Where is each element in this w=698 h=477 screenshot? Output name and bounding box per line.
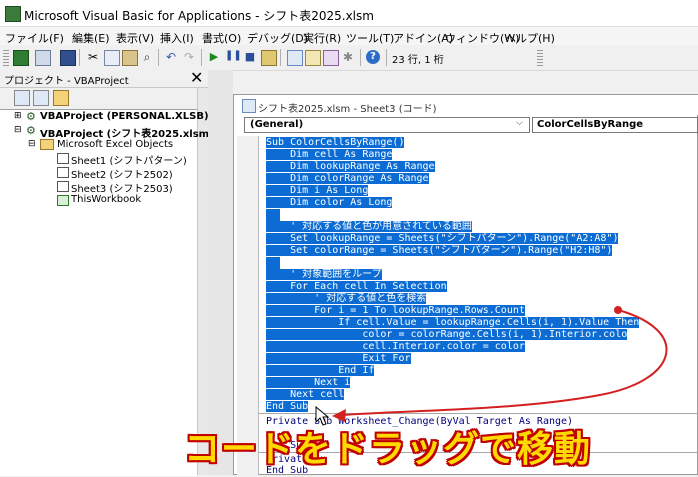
menu-edit[interactable]: 編集(E) — [72, 30, 110, 46]
vbaproject-icon: ⚙ — [26, 110, 36, 123]
workbook-icon — [57, 195, 69, 206]
collapse-icon[interactable]: ⊟ — [28, 139, 36, 149]
code-line-text: Set lookupRange = Sheets("シフトパターン").Rang… — [266, 233, 619, 244]
sheet-icon — [57, 181, 69, 192]
drag-origin-dot — [614, 306, 622, 314]
cursor-position: 23 行, 1 桁 — [392, 55, 444, 66]
tree-item-sheet2[interactable]: Sheet2 (シフト2502) — [71, 166, 173, 181]
paste-icon[interactable] — [122, 50, 138, 66]
folder-icon — [40, 139, 54, 150]
menu-view[interactable]: 表示(V) — [116, 30, 154, 46]
overlay-caption: コードをドラッグで移動 — [184, 429, 592, 470]
cut-icon[interactable]: ✂ — [86, 50, 100, 64]
tree-item-personal[interactable]: VBAProject (PERSONAL.XLSB) — [40, 111, 209, 122]
menu-tools[interactable]: ツール(T) — [346, 30, 394, 46]
expand-icon[interactable]: ⊞ — [14, 111, 22, 121]
toolbar-separator — [386, 49, 387, 66]
code-line-text: Dim cell As Range — [266, 149, 393, 160]
tree-item-sheet3[interactable]: Sheet3 (シフト2503) — [71, 180, 173, 195]
code-line-text: For Each cell In Selection — [266, 281, 447, 292]
run-icon[interactable]: ▶ — [207, 50, 221, 64]
object-combo-value: (General) — [250, 119, 304, 130]
toolbar-grip[interactable] — [537, 50, 543, 66]
excel-view-icon[interactable] — [13, 50, 29, 66]
toggle-folders-icon[interactable] — [53, 90, 69, 106]
toolbar-separator — [360, 49, 361, 66]
tree-item-excel-objects[interactable]: Microsoft Excel Objects — [57, 139, 173, 150]
menu-debug[interactable]: デバッグ(D) — [247, 30, 308, 46]
sheet-icon — [57, 153, 69, 164]
close-icon[interactable]: ✕ — [190, 68, 203, 87]
tree-item-sheet1[interactable]: Sheet1 (シフトパターン) — [71, 152, 187, 167]
code-line-text: Set colorRange = Sheets("シフトパターン").Range… — [266, 245, 613, 256]
tree-item-thisworkbook[interactable]: ThisWorkbook — [71, 194, 141, 205]
project-explorer-icon[interactable] — [287, 50, 303, 66]
reset-icon[interactable]: ■ — [243, 50, 257, 64]
code-line[interactable]: ' 対象範囲をループ — [266, 269, 382, 281]
copy-icon[interactable] — [104, 50, 120, 66]
code-line-text: ' 対象範囲をループ — [266, 269, 382, 280]
toolbox-icon[interactable]: ✱ — [341, 50, 355, 64]
code-line[interactable]: Set lookupRange = Sheets("シフトパターン").Rang… — [266, 233, 619, 245]
properties-icon[interactable] — [305, 50, 321, 66]
design-mode-icon[interactable] — [261, 50, 277, 66]
redo-icon[interactable]: ↷ — [182, 50, 196, 64]
toolbar-grip[interactable] — [3, 50, 9, 66]
view-code-icon[interactable] — [14, 90, 30, 106]
menu-help[interactable]: ヘルプ(H) — [505, 30, 555, 46]
code-line-text: Dim colorRange As Range — [266, 173, 429, 184]
code-line-text: Sub ColorCellsByRange() — [266, 137, 405, 148]
help-icon[interactable]: ? — [366, 50, 380, 64]
code-line[interactable]: Dim colorRange As Range — [266, 173, 429, 185]
collapse-icon[interactable]: ⊟ — [14, 125, 22, 135]
insert-module-icon[interactable] — [35, 50, 51, 66]
code-window-title: シフト表2025.xlsm - Sheet3 (コード) — [258, 104, 437, 115]
code-line-text — [266, 257, 280, 269]
code-line-text: Dim i As Long — [266, 185, 369, 196]
toolbar-separator — [79, 49, 80, 66]
vbaproject-icon: ⚙ — [26, 124, 36, 137]
code-line[interactable]: Set colorRange = Sheets("シフトパターン").Range… — [266, 245, 613, 257]
project-explorer-title: プロジェクト - VBAProject — [4, 76, 129, 87]
tree-item-main-project[interactable]: VBAProject (シフト表2025.xlsm) — [40, 125, 214, 140]
mdi-background — [208, 70, 233, 475]
code-line[interactable]: Dim color As Long — [266, 197, 393, 209]
find-icon[interactable]: ⌕ — [140, 50, 154, 64]
code-line-text — [266, 209, 280, 221]
toolbar-separator — [280, 49, 281, 66]
toolbar-separator — [158, 49, 159, 66]
code-line-text: ' 対応する値と色が用意されている範囲 — [266, 221, 472, 232]
code-line[interactable]: Dim i As Long — [266, 185, 369, 197]
code-line[interactable]: For Each cell In Selection — [266, 281, 447, 293]
code-line[interactable]: Dim cell As Range — [266, 149, 393, 161]
break-icon[interactable]: ❚❚ — [225, 50, 242, 64]
sheet-icon — [57, 167, 69, 178]
chevron-down-icon[interactable]: ⌵ — [516, 118, 523, 128]
vba-app-icon — [5, 6, 21, 22]
toolbar-separator — [201, 49, 202, 66]
code-line[interactable]: ' 対応する値と色が用意されている範囲 — [266, 221, 472, 233]
menu-run[interactable]: 実行(R) — [303, 30, 341, 46]
code-window-icon — [242, 99, 256, 113]
code-line[interactable]: Dim lookupRange As Range — [266, 161, 435, 173]
drag-arrow-annotation — [332, 306, 668, 422]
menu-file[interactable]: ファイル(F) — [5, 30, 64, 46]
undo-icon[interactable]: ↶ — [164, 50, 178, 64]
save-icon[interactable] — [60, 50, 76, 66]
procedure-combo-value: ColorCellsByRange — [537, 119, 644, 130]
code-line-text: Dim lookupRange As Range — [266, 161, 435, 172]
project-explorer-toolbar — [0, 88, 208, 108]
code-line-text: Dim color As Long — [266, 197, 393, 208]
window-title: Microsoft Visual Basic for Applications … — [24, 9, 374, 23]
object-browser-icon[interactable] — [323, 50, 339, 66]
code-line[interactable]: Sub ColorCellsByRange() — [266, 137, 405, 149]
menu-insert[interactable]: 挿入(I) — [160, 30, 194, 46]
menu-format[interactable]: 書式(O) — [202, 30, 241, 46]
view-object-icon[interactable] — [33, 90, 49, 106]
